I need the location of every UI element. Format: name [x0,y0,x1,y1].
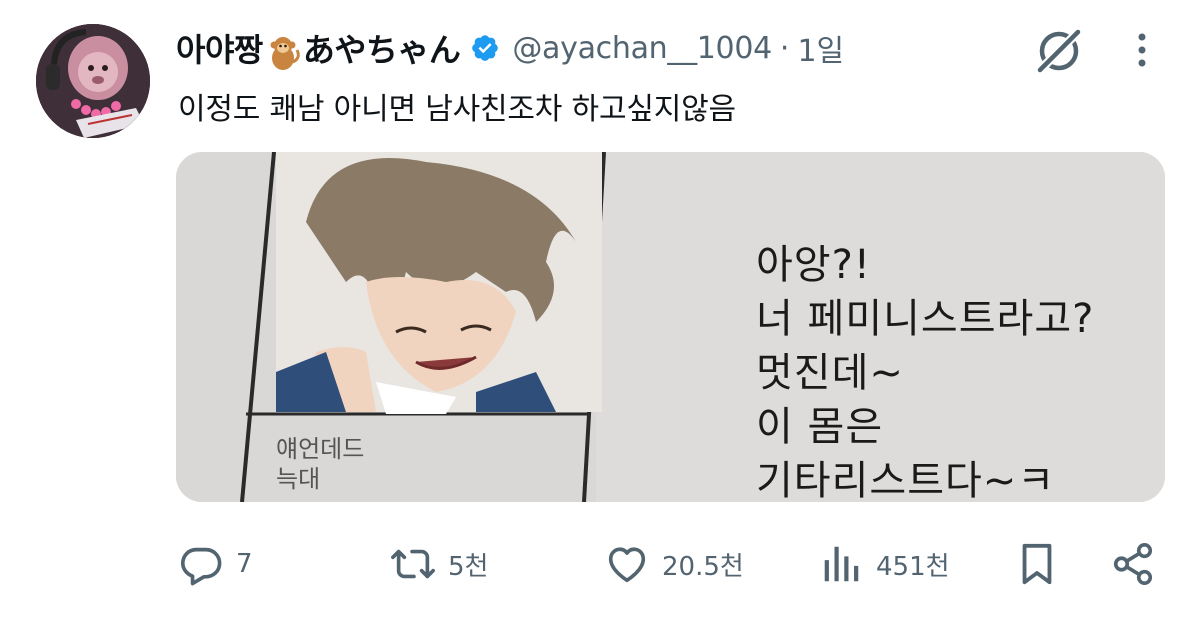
panel-caption-line: 얘언데드 [276,435,365,463]
avatar-image [36,24,150,138]
retweet-button[interactable]: 5천 [390,532,488,596]
speech-line: 너 페미니스트라고? [756,296,1095,342]
retweet-icon [390,541,436,587]
tweet-media-image[interactable]: 얘언데드 늑대 아앙?! 너 페미니스트라고? 멋진데~ 이 몸은 기타리스트다… [176,152,1165,502]
grok-icon[interactable] [1032,24,1086,78]
speech-line: 아앙?! [756,242,871,288]
more-options-icon[interactable] [1124,30,1160,70]
reply-count: 7 [236,549,253,579]
views-button[interactable]: 451천 [818,532,950,596]
panel-caption-line: 늑대 [276,465,321,493]
monkey-emoji-icon [265,32,301,72]
display-name[interactable]: 아야짱 あやちゃん [176,25,461,72]
speech-line: 이 몸은 [756,404,884,450]
speech-line: 기타리스트다~ㅋ [756,458,1056,502]
tweet-text: 이정도 쾌남 아니면 남사친조차 하고싶지않음 [178,92,736,127]
retweet-count: 5천 [448,551,489,582]
views-count: 451천 [876,551,950,582]
display-name-korean[interactable]: 아야짱 [176,31,263,69]
like-count: 20.5천 [662,551,744,582]
post-time[interactable]: 1일 [797,26,844,70]
speech-line: 멋진데~ [756,350,904,396]
reply-icon [178,541,224,587]
panel-caption: 얘언데드 늑대 [276,434,364,494]
like-button[interactable]: 20.5천 [604,532,744,596]
display-name-japanese[interactable]: あやちゃん [303,31,461,69]
reply-button[interactable]: 7 [178,532,253,596]
bookmark-icon [1014,541,1060,587]
share-icon [1110,541,1156,587]
share-button[interactable] [1110,532,1156,596]
avatar[interactable] [36,24,150,138]
views-icon [818,541,864,587]
tweet-header: 아야짱 あやちゃん @ayachan__1004 · 1일 [176,22,844,74]
action-bar: 7 5천 20.5천 451천 [0,532,1200,596]
speech-text: 아앙?! 너 페미니스트라고? 멋진데~ 이 몸은 기타리스트다~ㅋ [756,238,1094,502]
user-handle[interactable]: @ayachan__1004 [512,31,772,66]
bookmark-button[interactable] [1014,532,1060,596]
separator-dot: · [779,30,790,66]
heart-icon [604,541,650,587]
verified-badge-icon[interactable] [470,33,500,63]
